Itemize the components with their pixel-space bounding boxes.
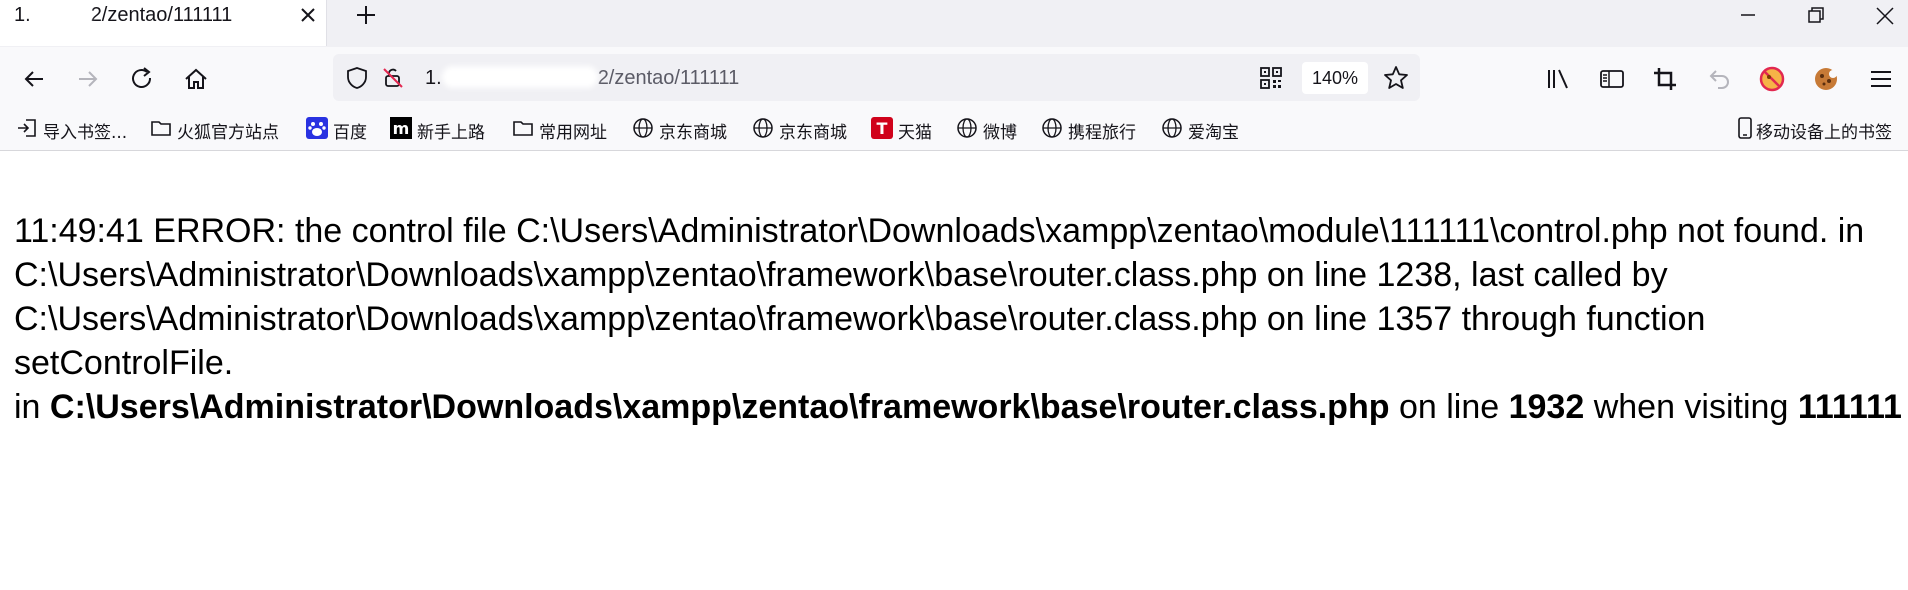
forward-icon[interactable] <box>73 64 103 94</box>
tab-close-icon[interactable] <box>296 3 320 27</box>
url-text[interactable]: 1. 2/zentao/111111 <box>425 66 739 90</box>
window-restore-icon[interactable] <box>1796 0 1836 30</box>
tab-title: 1. 2/zentao/111111 <box>14 4 233 26</box>
error-visiting-module: 111111 <box>1797 388 1902 426</box>
tmall-icon: T <box>871 117 893 139</box>
window-minimize-icon[interactable] <box>1728 0 1768 30</box>
bookmark-star-icon[interactable] <box>1383 65 1409 96</box>
import-icon <box>16 117 38 139</box>
undo-icon[interactable] <box>1706 66 1732 97</box>
bookmark-item-weibo[interactable]: 微博 <box>956 115 1026 143</box>
bookmark-item-tmall[interactable]: T 天猫 <box>871 115 941 143</box>
library-icon[interactable] <box>1545 66 1571 97</box>
globe-icon <box>752 117 774 139</box>
qr-code-icon[interactable] <box>1259 66 1283 95</box>
baidu-paw-icon <box>306 117 328 139</box>
active-tab[interactable]: 1. 2/zentao/111111 <box>0 0 327 46</box>
tracking-protection-shield-icon[interactable] <box>345 66 369 95</box>
bookmark-item-jd-1[interactable]: 京东商城 <box>632 115 737 143</box>
back-icon[interactable] <box>19 64 49 94</box>
bookmark-item-import[interactable]: 导入书签... <box>16 115 136 143</box>
address-bar[interactable]: 1. 2/zentao/111111 <box>333 54 1420 101</box>
error-in-label: in <box>14 388 41 426</box>
error-text: 11:49:41 ERROR: the control file C:\User… <box>14 212 1865 382</box>
zoom-level-button[interactable]: 140% <box>1302 62 1368 94</box>
insecure-lock-icon[interactable] <box>381 66 405 95</box>
error-line-number: 1932 <box>1508 388 1585 426</box>
reload-icon[interactable] <box>127 64 157 94</box>
new-tab-icon[interactable] <box>352 1 380 29</box>
mobile-device-icon <box>1734 117 1756 139</box>
tab-strip: 1. 2/zentao/111111 <box>0 0 1908 47</box>
svg-text:T: T <box>877 119 888 138</box>
mobile-bookmarks-folder[interactable]: 移动设备上的书签 <box>1734 115 1904 143</box>
bookmark-item-jd-2[interactable]: 京东商城 <box>752 115 857 143</box>
bookmark-item-common-sites[interactable]: 常用网址 <box>512 115 617 143</box>
globe-icon <box>1041 117 1063 139</box>
error-file-path: C:\Users\Administrator\Downloads\xampp\z… <box>49 388 1390 426</box>
window-close-icon[interactable] <box>1864 0 1904 30</box>
folder-icon <box>150 117 172 139</box>
globe-icon <box>956 117 978 139</box>
bookmark-item-firefox-site[interactable]: 火狐官方站点 <box>150 115 290 143</box>
bookmark-item-ctrip[interactable]: 携程旅行 <box>1041 115 1146 143</box>
m-logo-icon: m <box>390 117 412 139</box>
error-on-line-label: on line <box>1398 388 1500 426</box>
error-message-block: 11:49:41 ERROR: the control file C:\User… <box>14 209 1904 429</box>
bookmark-item-getting-started[interactable]: m 新手上路 <box>390 115 500 143</box>
bookmark-item-baidu[interactable]: 百度 <box>306 115 376 143</box>
error-when-visiting-label: when visiting <box>1593 388 1789 426</box>
sidebar-icon[interactable] <box>1599 66 1625 97</box>
folder-icon <box>512 117 534 139</box>
globe-icon <box>1161 117 1183 139</box>
globe-icon <box>632 117 654 139</box>
bookmark-item-ai-taobao[interactable]: 爱淘宝 <box>1161 115 1251 143</box>
menu-hamburger-icon[interactable] <box>1868 66 1894 97</box>
home-icon[interactable] <box>181 64 211 94</box>
cookie-extension-icon[interactable] <box>1812 65 1840 98</box>
extension-blocked-icon[interactable] <box>1758 65 1786 98</box>
crop-screenshot-icon[interactable] <box>1652 66 1678 97</box>
svg-text:m: m <box>393 119 410 138</box>
